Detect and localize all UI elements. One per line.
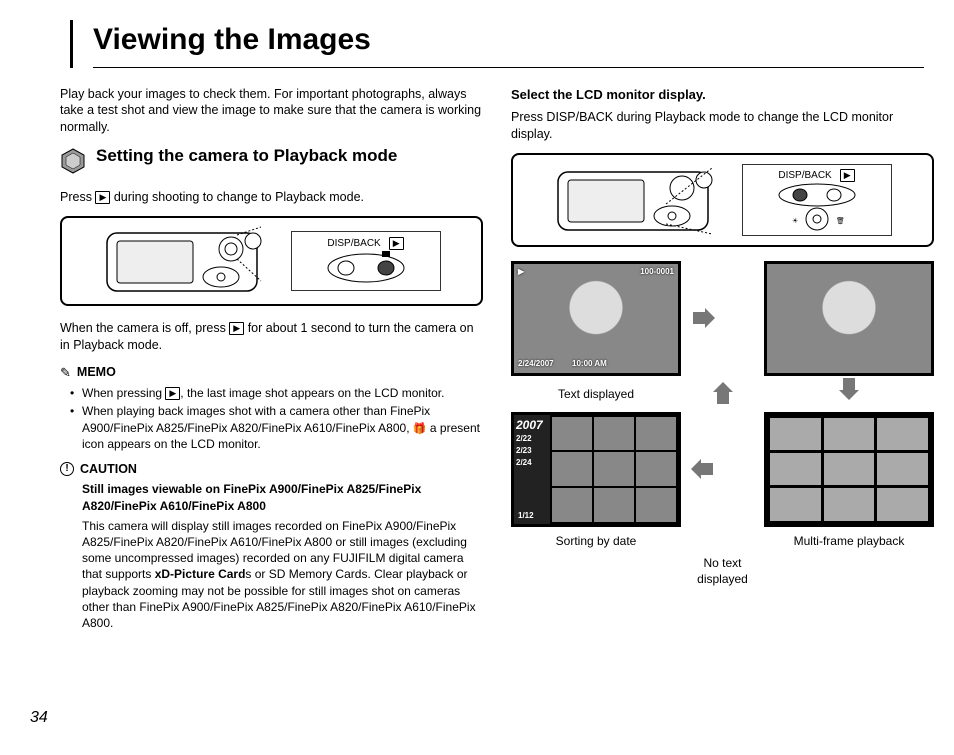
arrow-up-icon xyxy=(713,382,733,406)
caution-label: CAUTION xyxy=(80,461,137,478)
play-icon: ▶ xyxy=(840,169,855,182)
hexagon-icon xyxy=(60,148,86,179)
camera-diagram-1: DISP/BACK ▶ xyxy=(60,216,483,306)
svg-text:☀: ☀ xyxy=(792,217,798,225)
caution-icon: ! xyxy=(60,462,74,476)
arrow-down-icon xyxy=(839,376,859,400)
section-heading-playback: Setting the camera to Playback mode xyxy=(96,146,397,166)
arrow-left-icon xyxy=(691,459,754,479)
memo-icon: ✎ xyxy=(60,364,71,382)
play-icon: ▶ xyxy=(518,267,524,278)
play-icon: ▶ xyxy=(389,237,404,250)
page-number: 34 xyxy=(30,707,48,729)
label-multi: Multi-frame playback xyxy=(764,533,934,549)
camera-diagram-2: DISP/BACK ▶ ☀ 🗑 xyxy=(511,153,934,247)
right-heading: Select the LCD monitor display. xyxy=(511,86,934,104)
screen-multi-frame xyxy=(764,412,934,527)
svg-text:🗑: 🗑 xyxy=(836,216,845,225)
memo-list: When pressing ▶, the last image shot app… xyxy=(60,385,483,452)
screen-no-text xyxy=(764,261,934,376)
intro-text: Play back your images to check them. For… xyxy=(60,86,483,137)
arrow-right-icon xyxy=(691,308,754,328)
screen-text-displayed: ▶ 100-0001 2/24/2007 10:00 AM xyxy=(511,261,681,376)
playback-instruction-1: Press ▶ during shooting to change to Pla… xyxy=(60,189,483,206)
playback-instruction-2: When the camera is off, press ▶ for abou… xyxy=(60,320,483,354)
play-icon: ▶ xyxy=(229,322,244,335)
page-title: Viewing the Images xyxy=(93,20,924,68)
screen-sorting-by-date: 2007 2/22 2/23 2/24 1/12 xyxy=(511,412,681,527)
caution-body: Still images viewable on FinePix A900/Fi… xyxy=(60,481,483,631)
gift-icon: 🎁 xyxy=(413,422,427,437)
label-sorting: Sorting by date xyxy=(511,533,681,549)
label-text-displayed: Text displayed xyxy=(511,386,681,402)
memo-label: MEMO xyxy=(77,364,116,381)
button-detail-2: DISP/BACK ▶ ☀ 🗑 xyxy=(742,164,892,236)
right-intro: Press DISP/BACK during Playback mode to … xyxy=(511,109,934,143)
label-no-text: No text displayed xyxy=(691,555,754,587)
button-detail-1: DISP/BACK ▶ xyxy=(291,231,441,291)
play-icon: ▶ xyxy=(95,191,110,204)
play-icon: ▶ xyxy=(165,387,180,400)
